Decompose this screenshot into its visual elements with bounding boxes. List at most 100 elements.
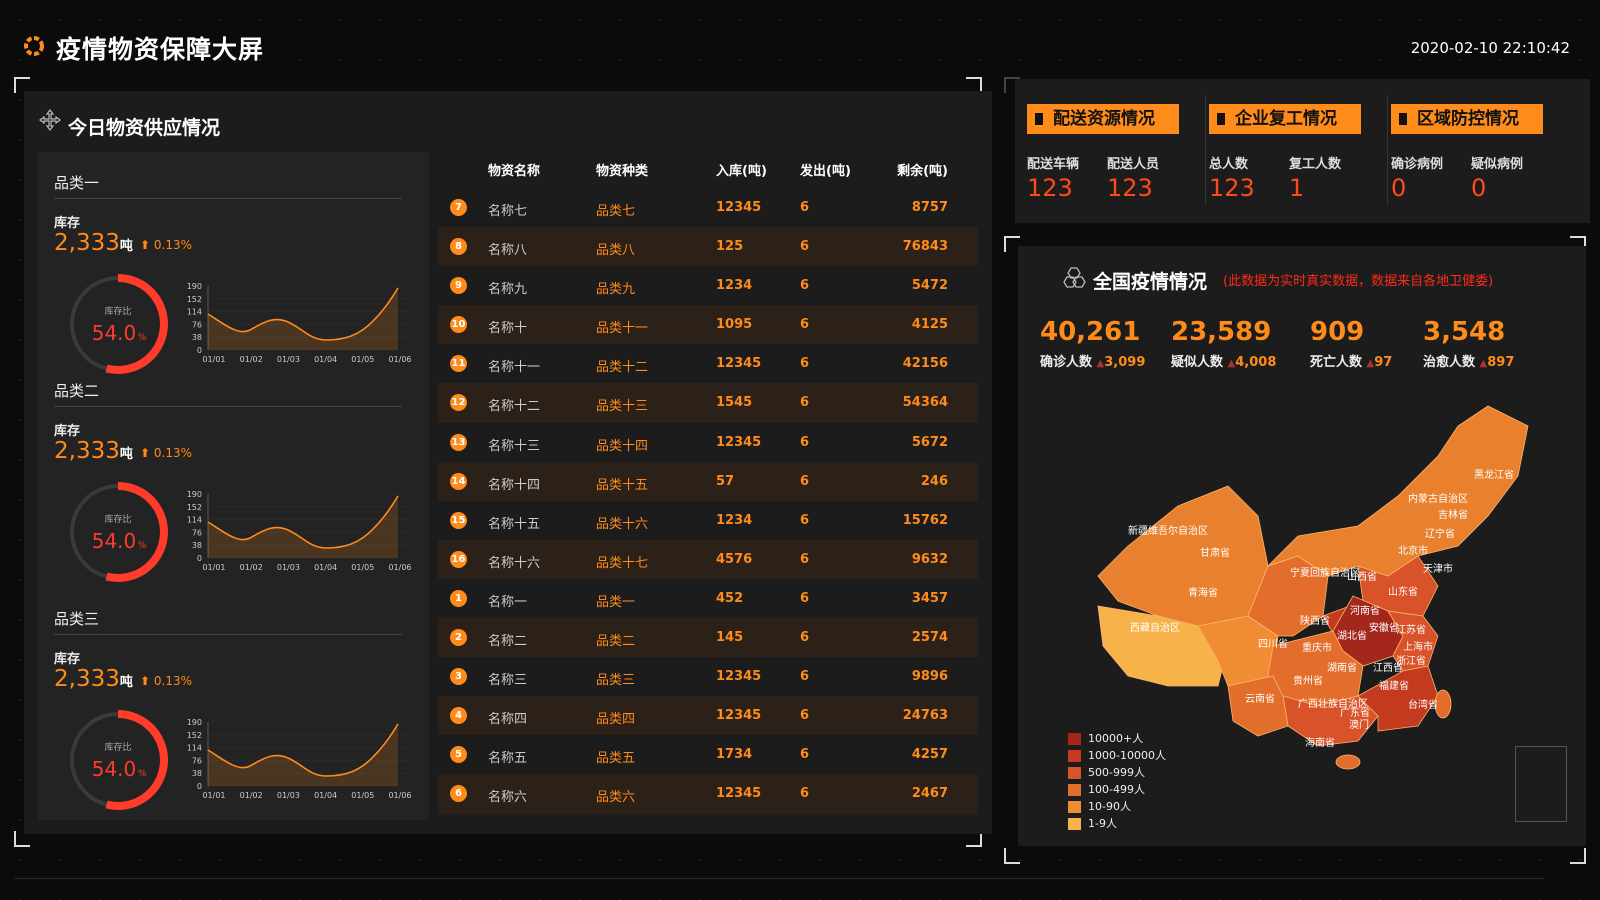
province-label[interactable]: 四川省 [1258,635,1288,650]
cell-in: 12345 [716,356,762,372]
info-group: 企业复工情况 总人数 123 复工人数 1 [1197,79,1379,223]
epidemic-stat: 23,589 疑似人数 ▲4,008 [1171,317,1276,370]
legend-label: 10000+人 [1088,732,1144,745]
info-item: 确诊病例 0 [1391,153,1443,202]
cell-type: 品类九 [596,282,636,298]
province-label[interactable]: 天津市 [1423,560,1453,575]
divider [54,198,402,199]
th-remaining: 剩余(吨) [897,164,948,179]
cell-name: 名称十五 [488,516,541,532]
y-tick-label: 0 [197,782,202,791]
category-name: 品类二 [54,382,100,400]
cell-remaining: 2467 [911,786,948,802]
province-label[interactable]: 山东省 [1388,583,1418,598]
cell-remaining: 246 [920,473,948,489]
cell-type: 品类三 [596,673,636,689]
cell-name: 名称一 [488,594,528,610]
province-label[interactable]: 福建省 [1379,677,1409,692]
legend-label: 1-9人 [1088,817,1117,830]
info-group: 配送资源情况 配送车辆 123 配送人员 123 [1015,79,1197,223]
cell-name: 名称九 [488,282,528,298]
province-label[interactable]: 黑龙江省 [1474,466,1514,481]
table-row[interactable]: 2 名称二 品类二 145 6 2574 [438,618,978,658]
table-row[interactable]: 4 名称四 品类四 12345 6 24763 [438,696,978,736]
cell-name: 名称十 [488,321,528,337]
province-label[interactable]: 上海市 [1403,638,1433,653]
cell-type: 品类一 [596,594,636,610]
y-tick-label: 76 [192,528,202,537]
table-row[interactable]: 1 名称一 品类一 452 6 3457 [438,579,978,618]
stat-label-text: 死亡人数 [1310,355,1363,370]
table-row[interactable]: 5 名称五 品类五 1734 6 4257 [438,735,978,774]
info-label: 配送人员 [1107,157,1160,172]
info-group-button[interactable]: 区域防控情况 [1391,104,1543,134]
province-label[interactable]: 贵州省 [1293,672,1323,687]
table-row[interactable]: 13 名称十三 品类十四 12345 6 5672 [438,423,978,462]
table-row[interactable]: 9 名称九 品类九 1234 6 5472 [438,266,978,305]
province-label[interactable]: 吉林省 [1438,506,1468,521]
info-group-button[interactable]: 企业复工情况 [1209,104,1361,134]
stat-label-text: 确诊人数 [1040,355,1093,370]
y-tick-label: 114 [187,308,202,317]
cell-type: 品类十五 [596,477,649,493]
legend-item: 500-999人 [1068,766,1166,783]
province-label[interactable]: 云南省 [1245,690,1275,705]
province-label[interactable]: 海南省 [1305,734,1335,749]
province-label[interactable]: 澳门 [1349,716,1369,731]
province-label[interactable]: 西藏自治区 [1130,619,1180,634]
province-label[interactable]: 江苏省 [1396,621,1426,636]
x-tick-label: 01/06 [388,791,411,800]
stat-label: 治愈人数 ▲897 [1423,351,1514,370]
province-label[interactable]: 河南省 [1350,602,1380,617]
province-label[interactable]: 新疆维吾尔自治区 [1128,522,1208,537]
legend-label: 1000-10000人 [1088,749,1166,762]
x-tick-label: 01/01 [202,791,225,800]
cell-remaining: 54364 [902,395,948,411]
table-row[interactable]: 11 名称十一 品类十二 12345 6 42156 [438,344,978,383]
y-tick-label: 114 [187,516,202,525]
row-index: 16 [450,550,467,568]
cell-out: 6 [800,200,810,215]
info-group-button[interactable]: 配送资源情况 [1027,104,1179,134]
province-label[interactable]: 安徽省 [1369,619,1399,634]
province-label[interactable]: 湖北省 [1337,627,1367,642]
legend-item: 1000-10000人 [1068,749,1166,766]
province-label[interactable]: 内蒙古自治区 [1408,490,1468,505]
header: 疫情物资保障大屏 2020-02-10 22:10:42 [0,0,1600,80]
province-label[interactable]: 甘肃省 [1200,544,1230,559]
table-row[interactable]: 8 名称八 品类八 125 6 76843 [438,227,978,267]
province-label[interactable]: 江西省 [1373,659,1403,674]
province-label[interactable]: 湖南省 [1327,659,1357,674]
supply-panel: 今日物资供应情况 品类一 库存 2,333吨 ⬆ 0.13% 库存比 54.0 … [24,91,992,834]
province-label[interactable]: 山西省 [1347,568,1377,583]
y-tick-label: 190 [187,490,202,499]
table-row[interactable]: 3 名称三 品类三 12345 6 9896 [438,657,978,696]
table-row[interactable]: 7 名称七 品类七 12345 6 8757 [438,188,978,227]
cell-remaining: 24763 [902,708,948,724]
info-value: 123 [1209,174,1255,202]
y-tick-label: 38 [192,541,202,550]
province-label[interactable]: 北京市 [1398,542,1428,557]
province-label[interactable]: 青海省 [1188,584,1218,599]
table-row[interactable]: 14 名称十四 品类十五 57 6 246 [438,461,978,501]
stock-label: 库存 [54,216,81,231]
table-row[interactable]: 10 名称十 品类十一 1095 6 4125 [438,305,978,345]
table-row[interactable]: 15 名称十五 品类十六 1234 6 15762 [438,501,978,540]
province-label[interactable]: 辽宁省 [1425,525,1455,540]
logo-icon [24,36,44,56]
table-row[interactable]: 12 名称十二 品类十三 1545 6 54364 [438,383,978,423]
row-index: 15 [450,511,467,529]
province-label[interactable]: 台湾省 [1408,696,1438,711]
info-label: 复工人数 [1289,157,1342,172]
legend-item: 10000+人 [1068,732,1166,749]
table-row[interactable]: 6 名称六 品类六 12345 6 2467 [438,774,978,814]
cell-type: 品类五 [596,751,636,767]
x-tick-label: 01/03 [277,791,300,800]
table-row[interactable]: 16 名称十六 品类十七 4576 6 9632 [438,539,978,579]
info-value: 123 [1107,174,1153,202]
info-item: 总人数 123 [1209,153,1255,202]
row-index: 12 [450,394,467,412]
cell-type: 品类十二 [596,360,649,376]
province-label[interactable]: 陕西省 [1300,612,1330,627]
province-label[interactable]: 重庆市 [1302,639,1332,654]
